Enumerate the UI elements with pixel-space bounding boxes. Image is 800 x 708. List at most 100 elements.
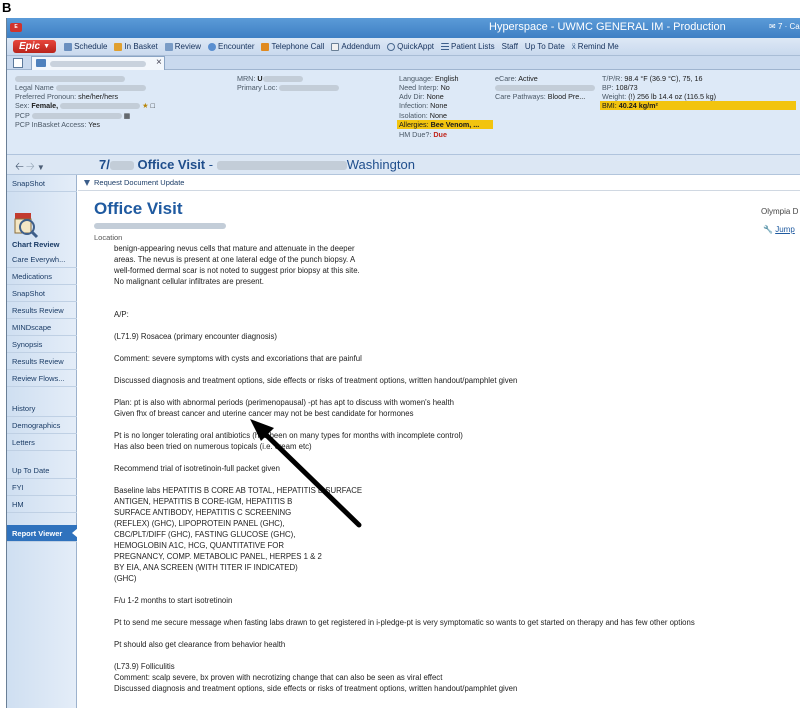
interp-label: Need Interp: — [399, 83, 439, 92]
note-line: CBC/PLT/DIFF (GHC), FASTING GLUCOSE (GHC… — [114, 530, 296, 539]
sex-label: Sex: — [15, 101, 30, 110]
toolbar-patient-lists[interactable]: Patient Lists — [441, 42, 495, 51]
note-line: Discussed diagnosis and treatment option… — [114, 376, 518, 385]
redacted-name-row — [15, 74, 125, 83]
toolbar-review[interactable]: Review — [164, 42, 201, 51]
note-blank-line — [114, 474, 794, 485]
toolbar-up-to-date[interactable]: Up To Date — [525, 42, 565, 51]
note-line: (REFLEX) (GHC), LIPOPROTEIN PANEL (GHC), — [114, 519, 285, 528]
bp-row: BP: 108/73 — [602, 83, 638, 92]
sidebar-item-results-review-2[interactable]: Results Review — [7, 353, 77, 370]
sidebar-item-up-to-date[interactable]: Up To Date — [7, 462, 77, 479]
interp-value: No — [440, 83, 450, 92]
toolbar-telephone-call[interactable]: Telephone Call — [261, 42, 324, 51]
sidebar-item-results-review[interactable]: Results Review — [7, 302, 77, 319]
care-pathways-row: Care Pathways: Blood Pre... — [495, 92, 585, 101]
primary-loc-label: Primary Loc: — [237, 83, 278, 92]
note-line: ANTIGEN, HEPATITIS B CORE-IGM, HEPATITIS… — [114, 497, 293, 506]
toolbar-in-basket[interactable]: In Basket — [114, 42, 158, 51]
legal-name-label: Legal Name — [15, 83, 54, 92]
note-blank-line — [114, 320, 794, 331]
care-pathways-value: Blood Pre... — [547, 92, 586, 101]
note-line: Given fhx of breast cancer and uterine c… — [114, 409, 414, 418]
toolbar-label: QuickAppt — [397, 42, 435, 51]
toolbar-schedule[interactable]: Schedule — [64, 42, 107, 51]
note-blank-line — [114, 606, 794, 617]
ecare-value: Active — [518, 74, 538, 83]
activity-sidebar: SnapShot Chart Review Care Everywh... Me… — [7, 175, 78, 708]
toolbar-label: Staff — [501, 42, 518, 51]
sex-value: Female, — [31, 101, 59, 110]
request-update-button[interactable]: Request Document Update — [84, 178, 184, 187]
pronoun-label: Preferred Pronoun: — [15, 92, 77, 101]
note-line: Baseline labs HEPATITIS B CORE AB TOTAL,… — [114, 486, 363, 495]
sidebar-item-demographics[interactable]: Demographics — [7, 417, 77, 434]
isolation-value: None — [429, 111, 447, 120]
close-tab-icon[interactable]: × — [156, 57, 162, 68]
pcp-inbasket-value: Yes — [88, 120, 100, 129]
back-arrow-icon[interactable]: 🡠 — [15, 161, 26, 173]
figure-label: B — [2, 0, 12, 15]
sidebar-item-medications[interactable]: Medications — [7, 268, 77, 285]
sidebar-item-hm[interactable]: HM — [7, 496, 77, 513]
sidebar-item-letters[interactable]: Letters — [7, 434, 77, 451]
forward-arrow-icon[interactable]: 🡢 — [26, 161, 37, 173]
ecare-label: eCare: — [495, 74, 517, 83]
sidebar-item-snapshot-top[interactable]: SnapShot — [7, 175, 77, 192]
note-line: areas. The nevus is present at one later… — [114, 255, 356, 264]
tpr-value: 98.4 °F (36.9 °C), 75, 16 — [624, 74, 703, 83]
chevron-down-icon: ▼ — [43, 43, 51, 50]
redacted-field — [15, 76, 125, 83]
note-line: Pt to send me secure message when fastin… — [114, 618, 695, 627]
request-update-label: Request Document Update — [94, 178, 185, 187]
calendar-icon — [64, 42, 73, 51]
sidebar-item-report-viewer[interactable]: Report Viewer — [7, 525, 78, 542]
sidebar-item-review-flowsheets[interactable]: Review Flows... — [7, 370, 77, 387]
note-line: No malignant cellular infiltrates are pr… — [114, 277, 264, 286]
jump-link[interactable]: 🔧 Jump — [763, 225, 795, 234]
mrn-row: MRN: U — [237, 74, 303, 83]
weight-label: Weight: — [602, 92, 627, 101]
chevron-down-icon[interactable]: ▼ — [37, 163, 47, 172]
note-blank-line — [114, 650, 794, 661]
location-label: Location — [94, 233, 123, 242]
weight-row: Weight: (!) 256 lb 14.4 oz (116.5 kg) — [602, 92, 716, 101]
sex-row: Sex: Female, ★ □ — [15, 101, 155, 110]
home-tab-icon[interactable] — [13, 58, 23, 68]
toolbar-staff[interactable]: Staff — [502, 42, 518, 51]
note-line: A/P: — [114, 310, 129, 319]
sidebar-item-chart-review[interactable]: Chart Review — [12, 240, 60, 249]
bmi-value: 40.24 kg/m² — [618, 101, 658, 110]
list-icon — [441, 42, 450, 51]
sidebar-item-synopsis[interactable]: Synopsis — [7, 336, 77, 353]
wrench-icon: 🔧 — [763, 225, 773, 234]
sidebar-item-mindscape[interactable]: MINDscape — [7, 319, 77, 336]
chart-review-icon[interactable] — [13, 211, 39, 239]
toolbar-quickappt[interactable]: QuickAppt — [387, 42, 434, 51]
toolbar-label: Telephone Call — [271, 42, 325, 51]
epic-menu-button[interactable]: Epic ▼ — [13, 40, 57, 53]
clock-icon — [387, 42, 396, 51]
document-icon[interactable]: □ — [151, 101, 155, 110]
toolbar-addendum[interactable]: Addendum — [331, 42, 380, 51]
report-viewer-content: Request Document Update Office Visit Loc… — [78, 175, 800, 708]
note-line: Comment: severe symptoms with cysts and … — [114, 354, 362, 363]
toolbar-remind-me[interactable]: ẍ Remind Me — [572, 42, 619, 51]
note-line: F/u 1-2 months to start isotretinoin — [114, 596, 233, 605]
patient-workspace-tab[interactable]: × — [31, 56, 165, 70]
sidebar-item-snapshot[interactable]: SnapShot — [7, 285, 77, 302]
family-icon[interactable]: ★ — [142, 101, 148, 110]
hm-due-row: HM Due?: Due — [399, 130, 447, 139]
toolbar-label: In Basket — [124, 42, 158, 51]
sidebar-item-fyi[interactable]: FYI — [7, 479, 77, 496]
sidebar-item-history[interactable]: History — [7, 400, 77, 417]
toolbar-encounter[interactable]: Encounter — [208, 42, 254, 51]
allergies-row[interactable]: Allergies: Bee Venom, ... — [397, 120, 493, 129]
alert-indicator[interactable]: ✉ 7 · Can — [769, 22, 800, 31]
note-line: Has also been tried on numerous topicals… — [114, 442, 312, 451]
grid-icon[interactable]: ▦ — [124, 111, 131, 120]
folder-icon — [36, 59, 46, 67]
sidebar-item-care-everywhere[interactable]: Care Everywh... — [7, 251, 77, 268]
toolbar-label: Up To Date — [524, 42, 565, 51]
redacted-field — [109, 161, 134, 171]
